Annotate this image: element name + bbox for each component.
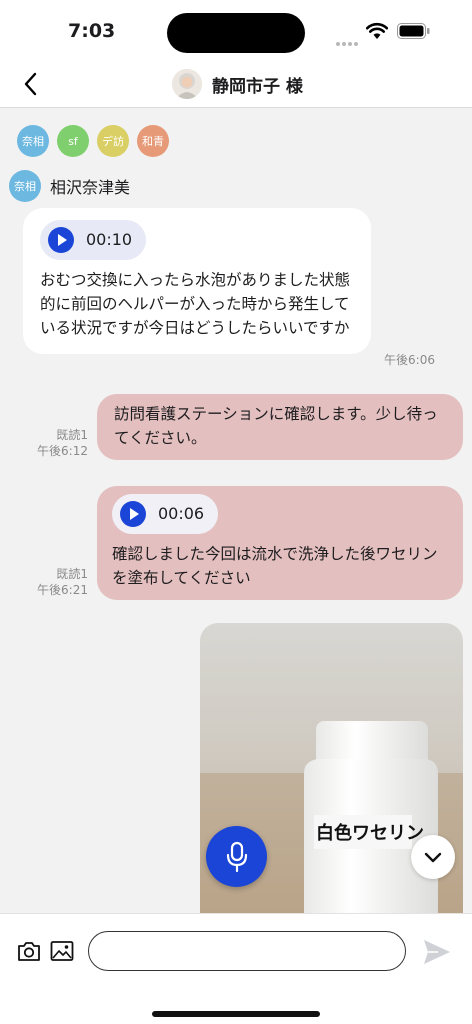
contact-name: 静岡市子 様 (212, 76, 303, 97)
message-text: 訪問看護ステーションに確認します。少し待ってください。 (114, 405, 438, 447)
incoming-message-bubble[interactable]: 00:10 おむつ交換に入ったら水泡がありました状態的に前回のヘルパーが入った時… (23, 208, 371, 354)
voice-duration: 00:10 (86, 230, 133, 249)
back-chevron-icon[interactable] (18, 70, 44, 98)
voice-message-player[interactable]: 00:06 (112, 494, 219, 534)
member-tag[interactable]: 和青 (137, 125, 169, 157)
play-icon[interactable] (120, 501, 146, 527)
nav-bar: 静岡市子 様 (0, 60, 472, 108)
dynamic-island (167, 13, 305, 53)
status-bar: 7:03 (0, 0, 472, 60)
outgoing-message-bubble[interactable]: 訪問看護ステーションに確認します。少し待ってください。 (97, 394, 463, 460)
send-icon[interactable] (422, 938, 452, 966)
voice-record-button[interactable] (206, 826, 267, 887)
home-indicator (152, 1011, 320, 1017)
message-meta: 既読1 午後6:12 (20, 427, 88, 459)
contact-avatar (172, 69, 202, 99)
chat-header[interactable]: 静岡市子 様 (172, 68, 303, 100)
member-tags: 奈相 sf デ訪 和青 (17, 125, 169, 157)
status-time: 7:03 (68, 20, 116, 42)
message-text: 確認しました今回は流水で洗浄した後ワセリンを塗布してください (112, 545, 438, 587)
camera-icon[interactable] (16, 938, 42, 964)
play-icon[interactable] (48, 227, 74, 253)
member-tag[interactable]: 奈相 (17, 125, 49, 157)
sender-name: 相沢奈津美 (50, 178, 131, 197)
timestamp-text: 午後6:06 (384, 353, 435, 367)
member-tag[interactable]: sf (57, 125, 89, 157)
message-text: おむつ交換に入ったら水泡がありました状態的に前回のヘルパーが入った時から発生して… (40, 271, 351, 337)
chevron-down-icon (424, 852, 442, 863)
voice-message-player[interactable]: 00:10 (40, 220, 147, 260)
message-timestamp: 午後6:06 (356, 352, 435, 368)
scroll-to-bottom-button[interactable] (411, 835, 455, 879)
message-input[interactable] (88, 931, 406, 971)
cellular-signal-icon (336, 31, 360, 50)
outgoing-message-bubble[interactable]: 00:06 確認しました今回は流水で洗浄した後ワセリンを塗布してください (97, 486, 463, 600)
image-gallery-icon[interactable] (49, 938, 75, 964)
voice-duration: 00:06 (158, 504, 205, 523)
message-meta: 既読1 午後6:21 (20, 566, 88, 598)
wifi-icon (366, 22, 388, 39)
sender-tag: 奈相 (9, 170, 41, 202)
message-sender: 奈相 相沢奈津美 (9, 170, 130, 202)
message-composer (0, 913, 472, 1024)
read-receipt: 既読1 (56, 567, 88, 581)
timestamp-text: 午後6:12 (37, 444, 88, 458)
member-tag[interactable]: デ訪 (97, 125, 129, 157)
read-receipt: 既読1 (56, 428, 88, 442)
jar-label-text: 白色ワセリン (316, 822, 424, 844)
timestamp-text: 午後6:21 (37, 583, 88, 597)
battery-icon (397, 23, 430, 39)
microphone-icon (226, 841, 247, 872)
